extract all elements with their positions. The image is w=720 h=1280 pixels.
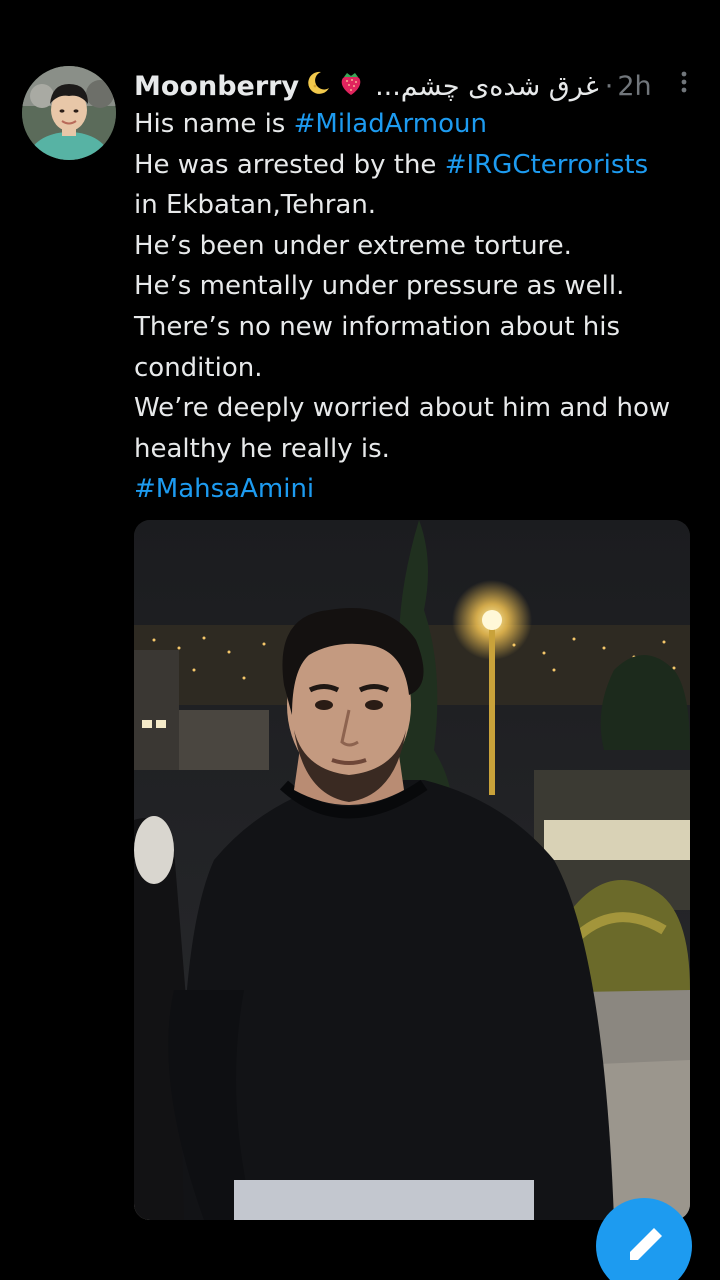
hashtag-link[interactable]: #MahsaAmini [134,474,314,504]
tweet-line: #MahsaAmini [134,469,704,510]
strawberry-icon [337,69,365,104]
moon-icon [305,70,331,103]
tweet-photo[interactable] [134,520,690,1220]
hashtag-link[interactable]: #IRGCterrorists [445,150,648,180]
tweet-header: Moonberry غرق شده‌ی [134,66,704,106]
timestamp[interactable]: 2h [617,71,651,102]
hashtag-link[interactable]: #MiladArmoun [294,109,487,139]
photo-image [134,520,690,1220]
screen: Moonberry غرق شده‌ی [0,0,720,1280]
tweet-line: He was arrested by the #IRGCterrorists [134,145,704,186]
separator-dot: · [604,70,614,102]
tweet-text: His name is #MiladArmoun He was arrested… [134,104,704,510]
avatar-image [22,66,116,160]
tweet-line: condition. [134,352,263,383]
tweet-line: He’s mentally under pressure as well. [134,271,625,302]
tweet-line: His name is #MiladArmoun [134,104,704,145]
tweet-line: We’re deeply worried about him and how [134,393,671,424]
tweet-text-segment: His name is [134,109,294,139]
display-name[interactable]: Moonberry [134,71,299,102]
more-options-icon[interactable] [676,70,692,96]
tweet-line: He’s been under extreme torture. [134,230,572,261]
tweet-line: healthy he really is. [134,433,390,464]
compose-button[interactable] [596,1198,692,1280]
tweet-text-segment: He was arrested by the [134,149,445,180]
avatar[interactable] [22,66,116,160]
tweet-line: in Ekbatan,Tehran. [134,190,377,221]
compose-icon [630,1228,662,1260]
tweet-line: There’s no new information about his [134,311,621,342]
handle-name: غرق شده‌ی چشم... [375,70,599,102]
